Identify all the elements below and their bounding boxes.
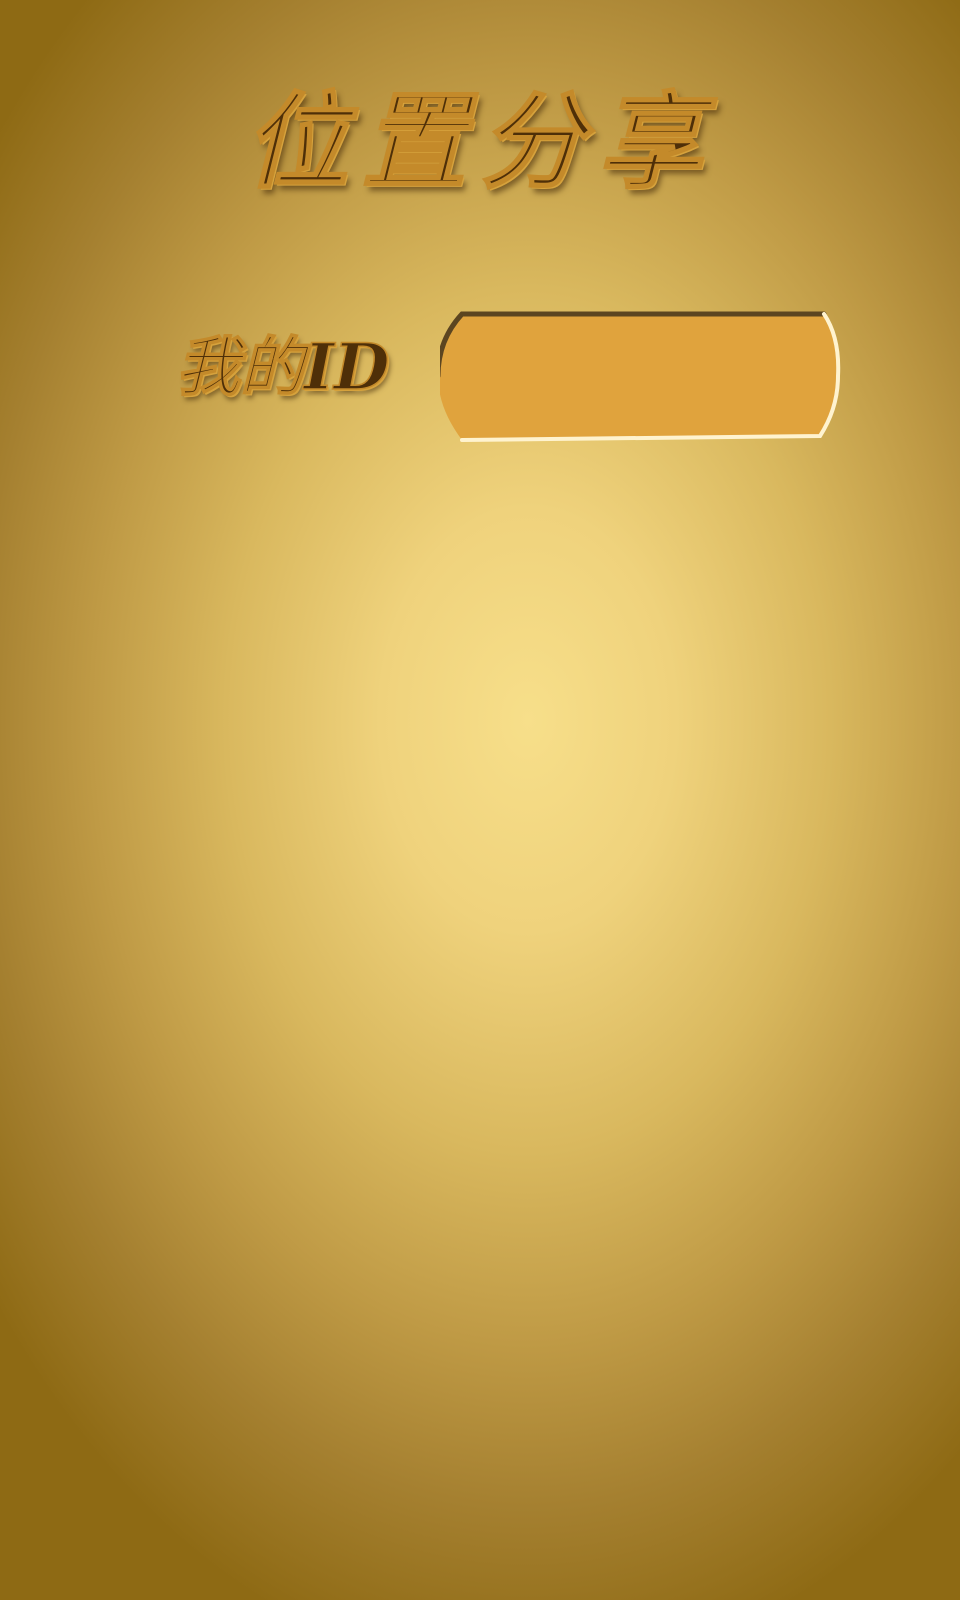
id-input[interactable] (476, 340, 816, 418)
id-label: 我的ID (175, 330, 390, 405)
page-title: 位置分享 (243, 80, 716, 203)
id-field[interactable] (440, 310, 848, 446)
